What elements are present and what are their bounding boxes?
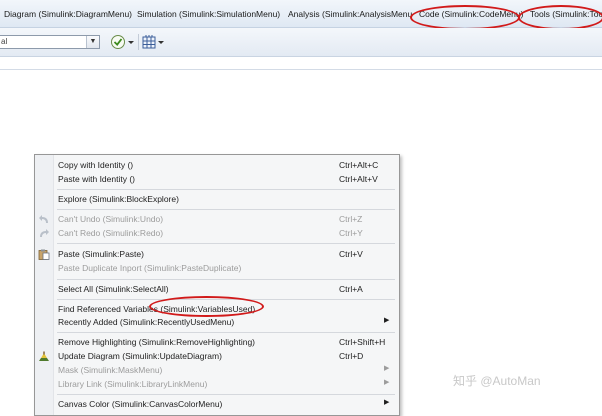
submenu-arrow-icon: ▶: [384, 317, 390, 324]
menu-separator: [57, 189, 395, 190]
menu-item-shortcut: Ctrl+Z: [339, 214, 363, 224]
menu-item-paste-duplicate-inport[interactable]: Paste Duplicate Inport (Simulink:PasteDu…: [35, 262, 397, 275]
menu-item-paste[interactable]: Paste (Simulink:Paste) Ctrl+V: [35, 248, 397, 261]
menu-bar: Diagram (Simulink:DiagramMenu) Simulatio…: [0, 0, 602, 30]
menu-diagram[interactable]: Diagram (Simulink:DiagramMenu): [4, 9, 132, 19]
submenu-arrow-icon: ▶: [384, 365, 390, 372]
menu-separator: [57, 209, 395, 210]
address-strip: [0, 57, 602, 70]
menu-item-undo[interactable]: Can't Undo (Simulink:Undo) Ctrl+Z: [35, 213, 397, 226]
menu-item-select-all[interactable]: Select All (Simulink:SelectAll) Ctrl+A: [35, 283, 397, 296]
menu-item-canvas-color[interactable]: Canvas Color (Simulink:CanvasColorMenu) …: [35, 398, 397, 411]
watermark: 知乎 @AutoMan: [453, 374, 541, 388]
menu-item-remove-highlighting[interactable]: Remove Highlighting (Simulink:RemoveHigh…: [35, 336, 397, 349]
menu-item-shortcut: Ctrl+Alt+C: [339, 160, 379, 170]
menu-item-label: Explore (Simulink:BlockExplore): [58, 194, 179, 204]
menu-item-label: Update Diagram (Simulink:UpdateDiagram): [58, 351, 222, 361]
menu-item-mask[interactable]: Mask (Simulink:MaskMenu) ▶: [35, 364, 397, 377]
menu-item-label: Paste Duplicate Inport (Simulink:PasteDu…: [58, 263, 242, 273]
menu-item-update-diagram[interactable]: Update Diagram (Simulink:UpdateDiagram) …: [35, 350, 397, 363]
menu-item-label: Library Link (Simulink:LibraryLinkMenu): [58, 379, 208, 389]
menu-separator: [57, 394, 395, 395]
mode-combo[interactable]: al ▼: [0, 35, 100, 49]
toolbar: al ▼: [0, 28, 602, 57]
menu-item-shortcut: Ctrl+D: [339, 351, 364, 361]
menu-item-label: Can't Redo (Simulink:Redo): [58, 228, 164, 238]
paste-icon: [38, 249, 50, 260]
menu-item-label: Select All (Simulink:SelectAll): [58, 284, 169, 294]
menu-item-shortcut: Ctrl+A: [339, 284, 363, 294]
highlight-oval-tools: [518, 5, 602, 30]
menu-separator: [57, 332, 395, 333]
menu-item-label: Paste with Identity (): [58, 174, 136, 184]
check-circle-icon: [111, 35, 134, 49]
menu-item-label: Copy with Identity (): [58, 160, 134, 170]
menu-item-label: Recently Added (Simulink:RecentlyUsedMen…: [58, 317, 235, 327]
menu-item-redo[interactable]: Can't Redo (Simulink:Redo) Ctrl+Y: [35, 227, 397, 240]
menu-item-label: Mask (Simulink:MaskMenu): [58, 365, 163, 375]
highlight-oval-variables-used: [149, 296, 264, 317]
context-menu: Copy with Identity () Ctrl+Alt+C Paste w…: [34, 154, 400, 416]
menu-separator: [57, 243, 395, 244]
menu-item-shortcut: Ctrl+V: [339, 249, 363, 259]
toolbar-separator: [138, 34, 139, 50]
menu-item-explore[interactable]: Explore (Simulink:BlockExplore): [35, 193, 397, 206]
menu-item-label: Paste (Simulink:Paste): [58, 249, 144, 259]
menu-item-label: Remove Highlighting (Simulink:RemoveHigh…: [58, 337, 256, 347]
menu-item-label: Can't Undo (Simulink:Undo): [58, 214, 164, 224]
menu-analysis[interactable]: Analysis (Simulink:AnalysisMenu: [288, 9, 412, 19]
grid-options-button[interactable]: [142, 34, 166, 50]
menu-item-copy-with-identity[interactable]: Copy with Identity () Ctrl+Alt+C: [35, 159, 397, 172]
menu-item-label: Canvas Color (Simulink:CanvasColorMenu): [58, 399, 223, 409]
model-advisor-button[interactable]: [110, 34, 136, 50]
menu-item-paste-with-identity[interactable]: Paste with Identity () Ctrl+Alt+V: [35, 173, 397, 186]
menu-simulation[interactable]: Simulation (Simulink:SimulationMenu): [137, 9, 280, 19]
menu-item-recently-added[interactable]: Recently Added (Simulink:RecentlyUsedMen…: [35, 316, 397, 329]
mode-combo-value: al: [1, 37, 8, 46]
update-diagram-icon: [38, 351, 50, 362]
grid-icon: [142, 35, 164, 49]
highlight-oval-code: [410, 5, 520, 30]
menu-separator: [57, 279, 395, 280]
chevron-down-icon[interactable]: ▼: [86, 36, 99, 48]
menu-item-shortcut: Ctrl+Y: [339, 228, 363, 238]
submenu-arrow-icon: ▶: [384, 399, 390, 406]
submenu-arrow-icon: ▶: [384, 379, 390, 386]
undo-icon: [38, 214, 50, 225]
menu-item-shortcut: Ctrl+Alt+V: [339, 174, 378, 184]
menu-item-library-link[interactable]: Library Link (Simulink:LibraryLinkMenu) …: [35, 378, 397, 391]
menu-item-shortcut: Ctrl+Shift+H: [339, 337, 386, 347]
redo-icon: [38, 228, 50, 239]
